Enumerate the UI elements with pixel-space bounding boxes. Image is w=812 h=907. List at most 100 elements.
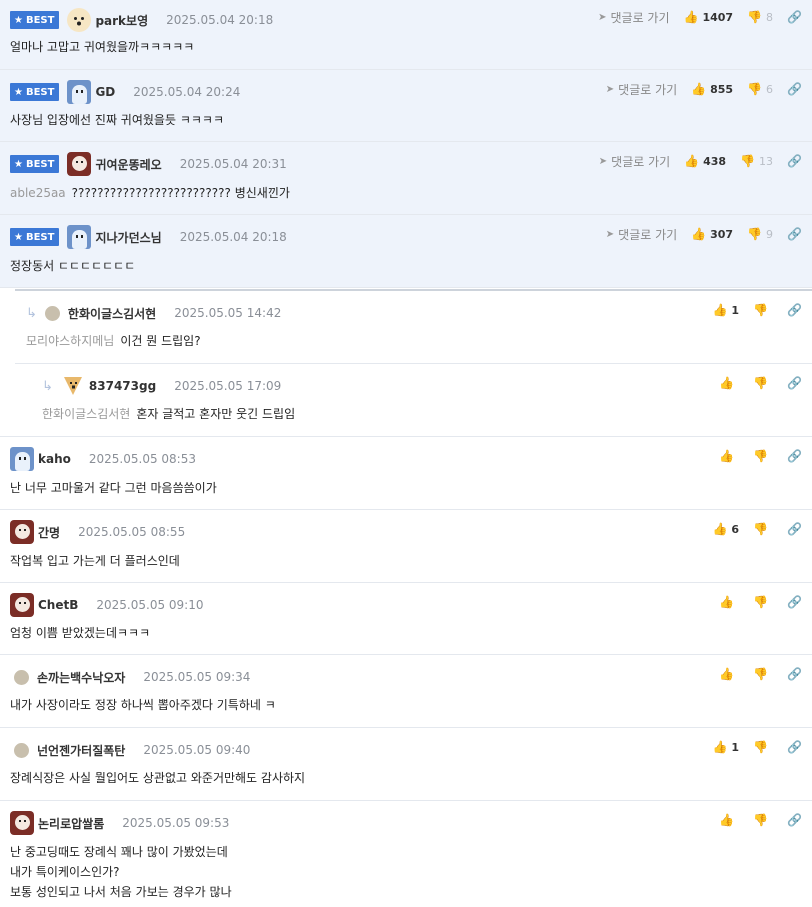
link-icon[interactable]: 🔗 xyxy=(787,376,802,390)
upvote-button[interactable]: 👍 855 xyxy=(691,82,733,96)
monkey-avatar xyxy=(10,520,34,544)
upvote-button[interactable]: 👍 xyxy=(719,813,739,827)
comment-nickname[interactable]: 넌언젠가터질폭탄 xyxy=(37,742,125,759)
comment-nickname[interactable]: ChetB xyxy=(38,598,78,612)
downvote-button[interactable]: 👎 xyxy=(753,667,773,681)
send-icon: ➤ xyxy=(598,155,608,167)
best-badge: ★ BEST xyxy=(10,155,60,173)
downvote-button[interactable]: 👎 xyxy=(753,522,773,536)
comment-date: 2025.05.05 09:34 xyxy=(143,670,251,684)
upvote-button[interactable]: 👍 xyxy=(719,595,739,609)
dot-avatar xyxy=(44,305,60,321)
comment-item: ChetB 2025.05.05 09:10 엄청 이쁨 받았겠는데ㅋㅋㅋ 👍 … xyxy=(0,583,812,655)
upvote-button[interactable]: 👍 1 xyxy=(712,740,739,754)
goto-comment-button[interactable]: ➤ 댓글로 가기 xyxy=(599,153,670,170)
upvote-button[interactable]: 👍 438 xyxy=(684,154,726,168)
upvote-button[interactable]: 👍 xyxy=(719,449,739,463)
comment-nickname[interactable]: 지나가던스님 xyxy=(95,229,161,246)
thumbs-up-icon: 👍 xyxy=(683,10,699,24)
comment-date: 2025.05.04 20:24 xyxy=(133,85,241,99)
thumbs-up-icon: 👍 xyxy=(712,740,728,754)
downvote-button[interactable]: 👎 xyxy=(753,449,773,463)
comment-item: 논리로압쌀롬 2025.05.05 09:53 난 중고딩때도 장례식 꽤나 많… xyxy=(0,801,812,907)
upvote-button[interactable]: 👍 1407 xyxy=(684,10,734,24)
link-icon[interactable]: 🔗 xyxy=(787,10,802,24)
thumbs-down-icon: 👎 xyxy=(753,813,768,827)
thumbs-down-icon: 👎 xyxy=(747,10,763,24)
downvote-button[interactable]: 👎 xyxy=(753,376,773,390)
mention-tag[interactable]: 모리야스하지메님 xyxy=(26,334,114,348)
downvote-button[interactable]: 👎 xyxy=(753,595,773,609)
send-icon: ➤ xyxy=(598,11,607,23)
downvote-button[interactable]: 👎 xyxy=(753,740,773,754)
upvote-button[interactable]: 👍 xyxy=(719,667,739,681)
comment-item: ★ BEST park보영 2025.05.04 20:18 얼마나 고맙고 귀여… xyxy=(0,0,812,70)
dot-avatar xyxy=(14,742,29,758)
upvote-button[interactable]: 👍 6 xyxy=(712,522,739,536)
star-icon: ★ xyxy=(14,231,23,243)
comment-nickname[interactable]: GD xyxy=(95,85,115,99)
link-icon[interactable]: 🔗 xyxy=(787,303,802,317)
comment-text: 작업복 입고 가는게 더 플러스인데 xyxy=(10,554,180,568)
comment-nickname[interactable]: 간명 xyxy=(38,524,60,541)
goto-comment-button[interactable]: ➤ 댓글로 가기 xyxy=(598,9,669,26)
comment-date: 2025.05.04 20:18 xyxy=(166,13,274,27)
comment-date: 2025.05.05 09:53 xyxy=(122,816,230,830)
link-icon[interactable]: 🔗 xyxy=(787,449,802,463)
link-icon[interactable]: 🔗 xyxy=(787,667,802,681)
comment-item: 간명 2025.05.05 08:55 작업복 입고 가는게 더 플러스인데 👍… xyxy=(0,510,812,583)
reply-item: ↳ 837473gg 2025.05.05 17:09 한화이글스김서현 혼자 글… xyxy=(0,364,812,437)
comment-nickname[interactable]: 손까는백수낙오자 xyxy=(37,669,125,686)
ghost-avatar xyxy=(10,447,34,471)
star-icon: ★ xyxy=(14,14,23,26)
thumbs-up-icon: 👍 xyxy=(719,813,734,827)
link-icon[interactable]: 🔗 xyxy=(787,82,802,96)
link-icon[interactable]: 🔗 xyxy=(787,522,802,536)
comment-date: 2025.05.04 20:18 xyxy=(179,230,287,244)
comment-text: 엄청 이쁨 받았겠는데ㅋㅋㅋ xyxy=(10,626,151,640)
send-icon: ➤ xyxy=(605,228,615,240)
best-badge: ★ BEST xyxy=(10,11,60,29)
thumbs-up-icon: 👍 xyxy=(684,154,700,168)
mention-tag[interactable]: able25aa xyxy=(10,186,66,200)
comment-nickname[interactable]: 귀여운똥레오 xyxy=(95,156,161,173)
comment-text: 얼마나 고맙고 귀여웠을까ㅋㅋㅋㅋㅋ xyxy=(10,40,195,54)
comment-item: kaho 2025.05.05 08:53 난 너무 고마울거 같다 그런 마음… xyxy=(0,437,812,510)
goto-comment-button[interactable]: ➤ 댓글로 가기 xyxy=(606,81,677,98)
comment-text: 난 중고딩때도 장례식 꽤나 많이 가봤었는데 내가 특이케이스인가? 보통 성… xyxy=(10,845,232,899)
thumbs-down-icon: 👎 xyxy=(753,303,768,317)
thumbs-down-icon: 👎 xyxy=(747,82,763,96)
mention-tag[interactable]: 한화이글스김서현 xyxy=(42,407,130,421)
upvote-button[interactable]: 👍 xyxy=(719,376,739,390)
dog-avatar xyxy=(67,8,92,32)
thumbs-up-icon: 👍 xyxy=(691,82,707,96)
link-icon[interactable]: 🔗 xyxy=(787,154,802,168)
comment-nickname[interactable]: park보영 xyxy=(95,12,148,29)
comment-nickname[interactable]: 한화이글스김서현 xyxy=(68,305,156,322)
comment-text: 장례식장은 사실 뭘입어도 상관없고 와준거만해도 감사하지 xyxy=(10,771,306,785)
dot-avatar xyxy=(14,669,29,685)
downvote-button[interactable]: 👎 13 xyxy=(740,154,773,168)
downvote-button[interactable]: 👎 xyxy=(753,813,773,827)
upvote-button[interactable]: 👍 1 xyxy=(712,303,739,317)
downvote-button[interactable]: 👎 xyxy=(753,303,773,317)
comment-nickname[interactable]: 837473gg xyxy=(89,379,156,393)
downvote-button[interactable]: 👎 8 xyxy=(747,10,773,24)
downvote-button[interactable]: 👎 6 xyxy=(747,82,773,96)
comment-nickname[interactable]: 논리로압쌀롬 xyxy=(38,815,104,832)
link-icon[interactable]: 🔗 xyxy=(787,595,802,609)
goto-comment-button[interactable]: ➤ 댓글로 가기 xyxy=(606,226,677,243)
link-icon[interactable]: 🔗 xyxy=(787,740,802,754)
link-icon[interactable]: 🔗 xyxy=(787,227,802,241)
downvote-button[interactable]: 👎 9 xyxy=(747,227,773,241)
monkey-avatar xyxy=(67,152,92,176)
link-icon[interactable]: 🔗 xyxy=(787,813,802,827)
comment-nickname[interactable]: kaho xyxy=(38,452,71,466)
upvote-button[interactable]: 👍 307 xyxy=(691,227,733,241)
comment-text: 사장님 입장에선 진짜 귀여웠을듯 ㅋㅋㅋㅋ xyxy=(10,113,224,127)
best-badge: ★ BEST xyxy=(10,83,60,101)
ghost-avatar xyxy=(67,80,92,104)
comment-text: 모리야스하지메님 이건 뭔 드립임? xyxy=(26,334,201,348)
monkey-avatar xyxy=(10,593,34,617)
thumbs-down-icon: 👎 xyxy=(753,449,768,463)
